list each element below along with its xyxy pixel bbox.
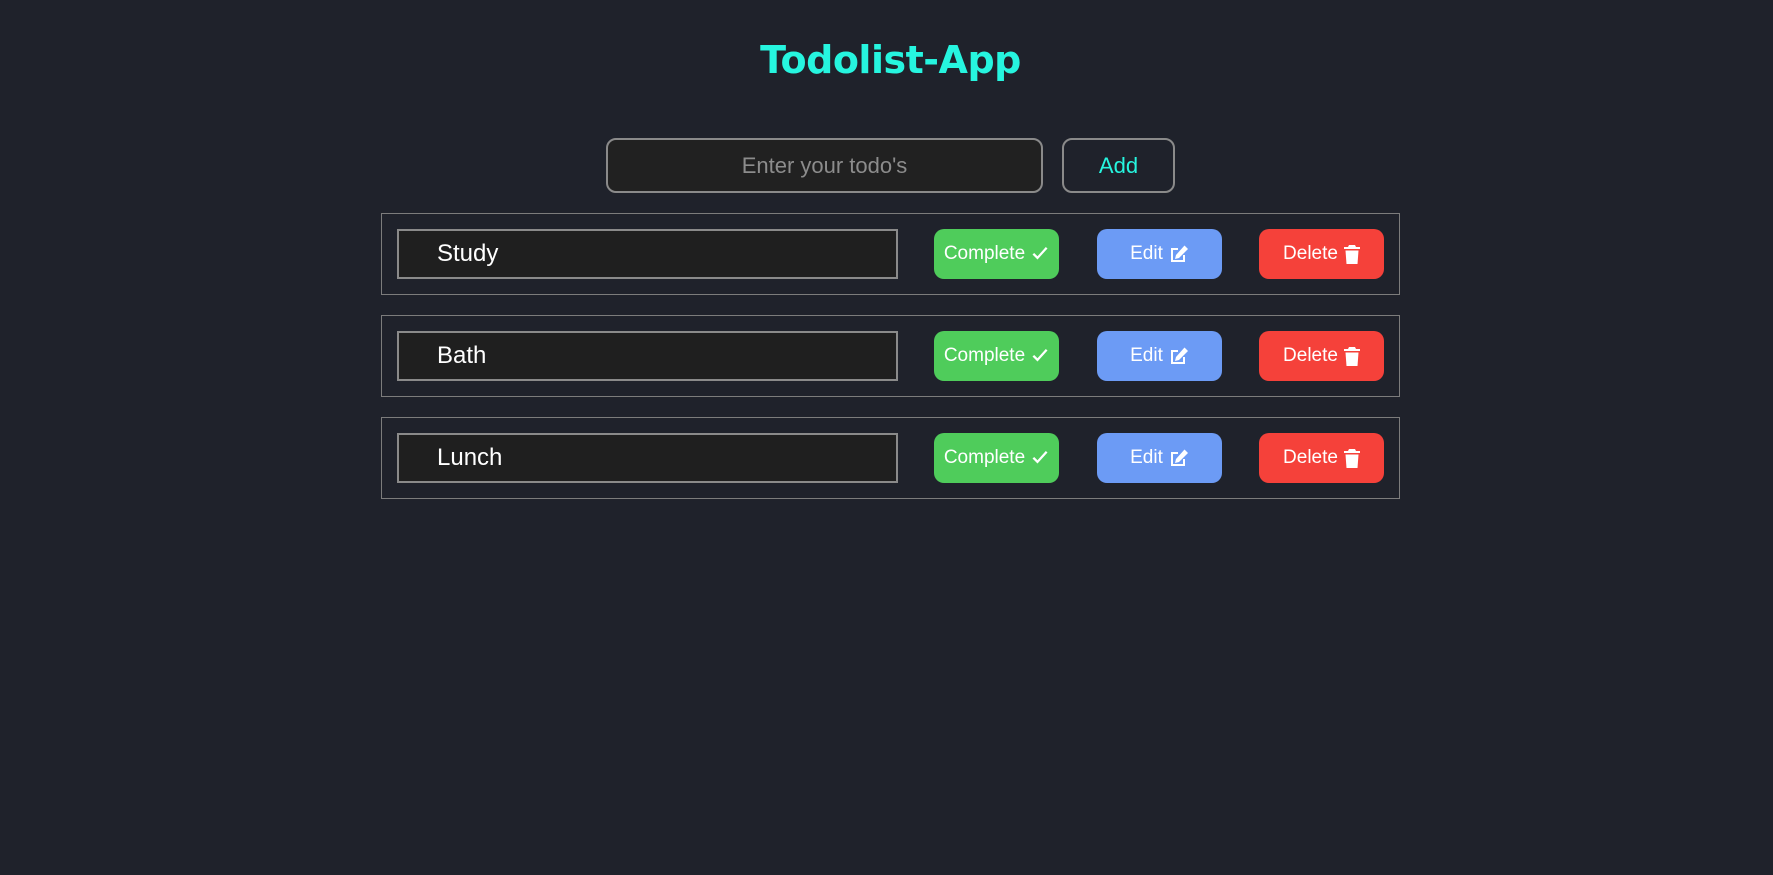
edit-icon bbox=[1170, 347, 1188, 364]
edit-button[interactable]: Edit bbox=[1097, 331, 1222, 381]
todo-text-field[interactable] bbox=[397, 331, 898, 381]
edit-label: Edit bbox=[1130, 447, 1163, 468]
trash-icon bbox=[1343, 448, 1360, 468]
edit-icon bbox=[1170, 245, 1188, 262]
todo-app: Todolist-App Add Complete Edit Delete Co… bbox=[0, 0, 1773, 875]
trash-icon bbox=[1343, 244, 1360, 264]
complete-button[interactable]: Complete bbox=[934, 331, 1059, 381]
check-icon bbox=[1032, 451, 1048, 464]
add-button[interactable]: Add bbox=[1062, 138, 1175, 193]
complete-button[interactable]: Complete bbox=[934, 433, 1059, 483]
complete-button[interactable]: Complete bbox=[934, 229, 1059, 279]
edit-button[interactable]: Edit bbox=[1097, 229, 1222, 279]
edit-label: Edit bbox=[1130, 345, 1163, 366]
todo-item: Complete Edit Delete bbox=[381, 213, 1400, 295]
todo-text-field[interactable] bbox=[397, 229, 898, 279]
delete-label: Delete bbox=[1283, 243, 1338, 264]
check-icon bbox=[1032, 349, 1048, 362]
delete-button[interactable]: Delete bbox=[1259, 331, 1384, 381]
edit-label: Edit bbox=[1130, 243, 1163, 264]
todo-item: Complete Edit Delete bbox=[381, 315, 1400, 397]
delete-label: Delete bbox=[1283, 345, 1338, 366]
complete-label: Complete bbox=[943, 345, 1026, 366]
complete-label: Complete bbox=[943, 447, 1026, 468]
edit-button[interactable]: Edit bbox=[1097, 433, 1222, 483]
todo-input[interactable] bbox=[606, 138, 1043, 193]
delete-button[interactable]: Delete bbox=[1259, 229, 1384, 279]
todo-text-field[interactable] bbox=[397, 433, 898, 483]
todo-item: Complete Edit Delete bbox=[381, 417, 1400, 499]
page-title: Todolist-App bbox=[760, 38, 1021, 82]
edit-icon bbox=[1170, 449, 1188, 466]
check-icon bbox=[1032, 247, 1048, 260]
complete-label: Complete bbox=[943, 243, 1026, 264]
trash-icon bbox=[1343, 346, 1360, 366]
delete-button[interactable]: Delete bbox=[1259, 433, 1384, 483]
delete-label: Delete bbox=[1283, 447, 1338, 468]
